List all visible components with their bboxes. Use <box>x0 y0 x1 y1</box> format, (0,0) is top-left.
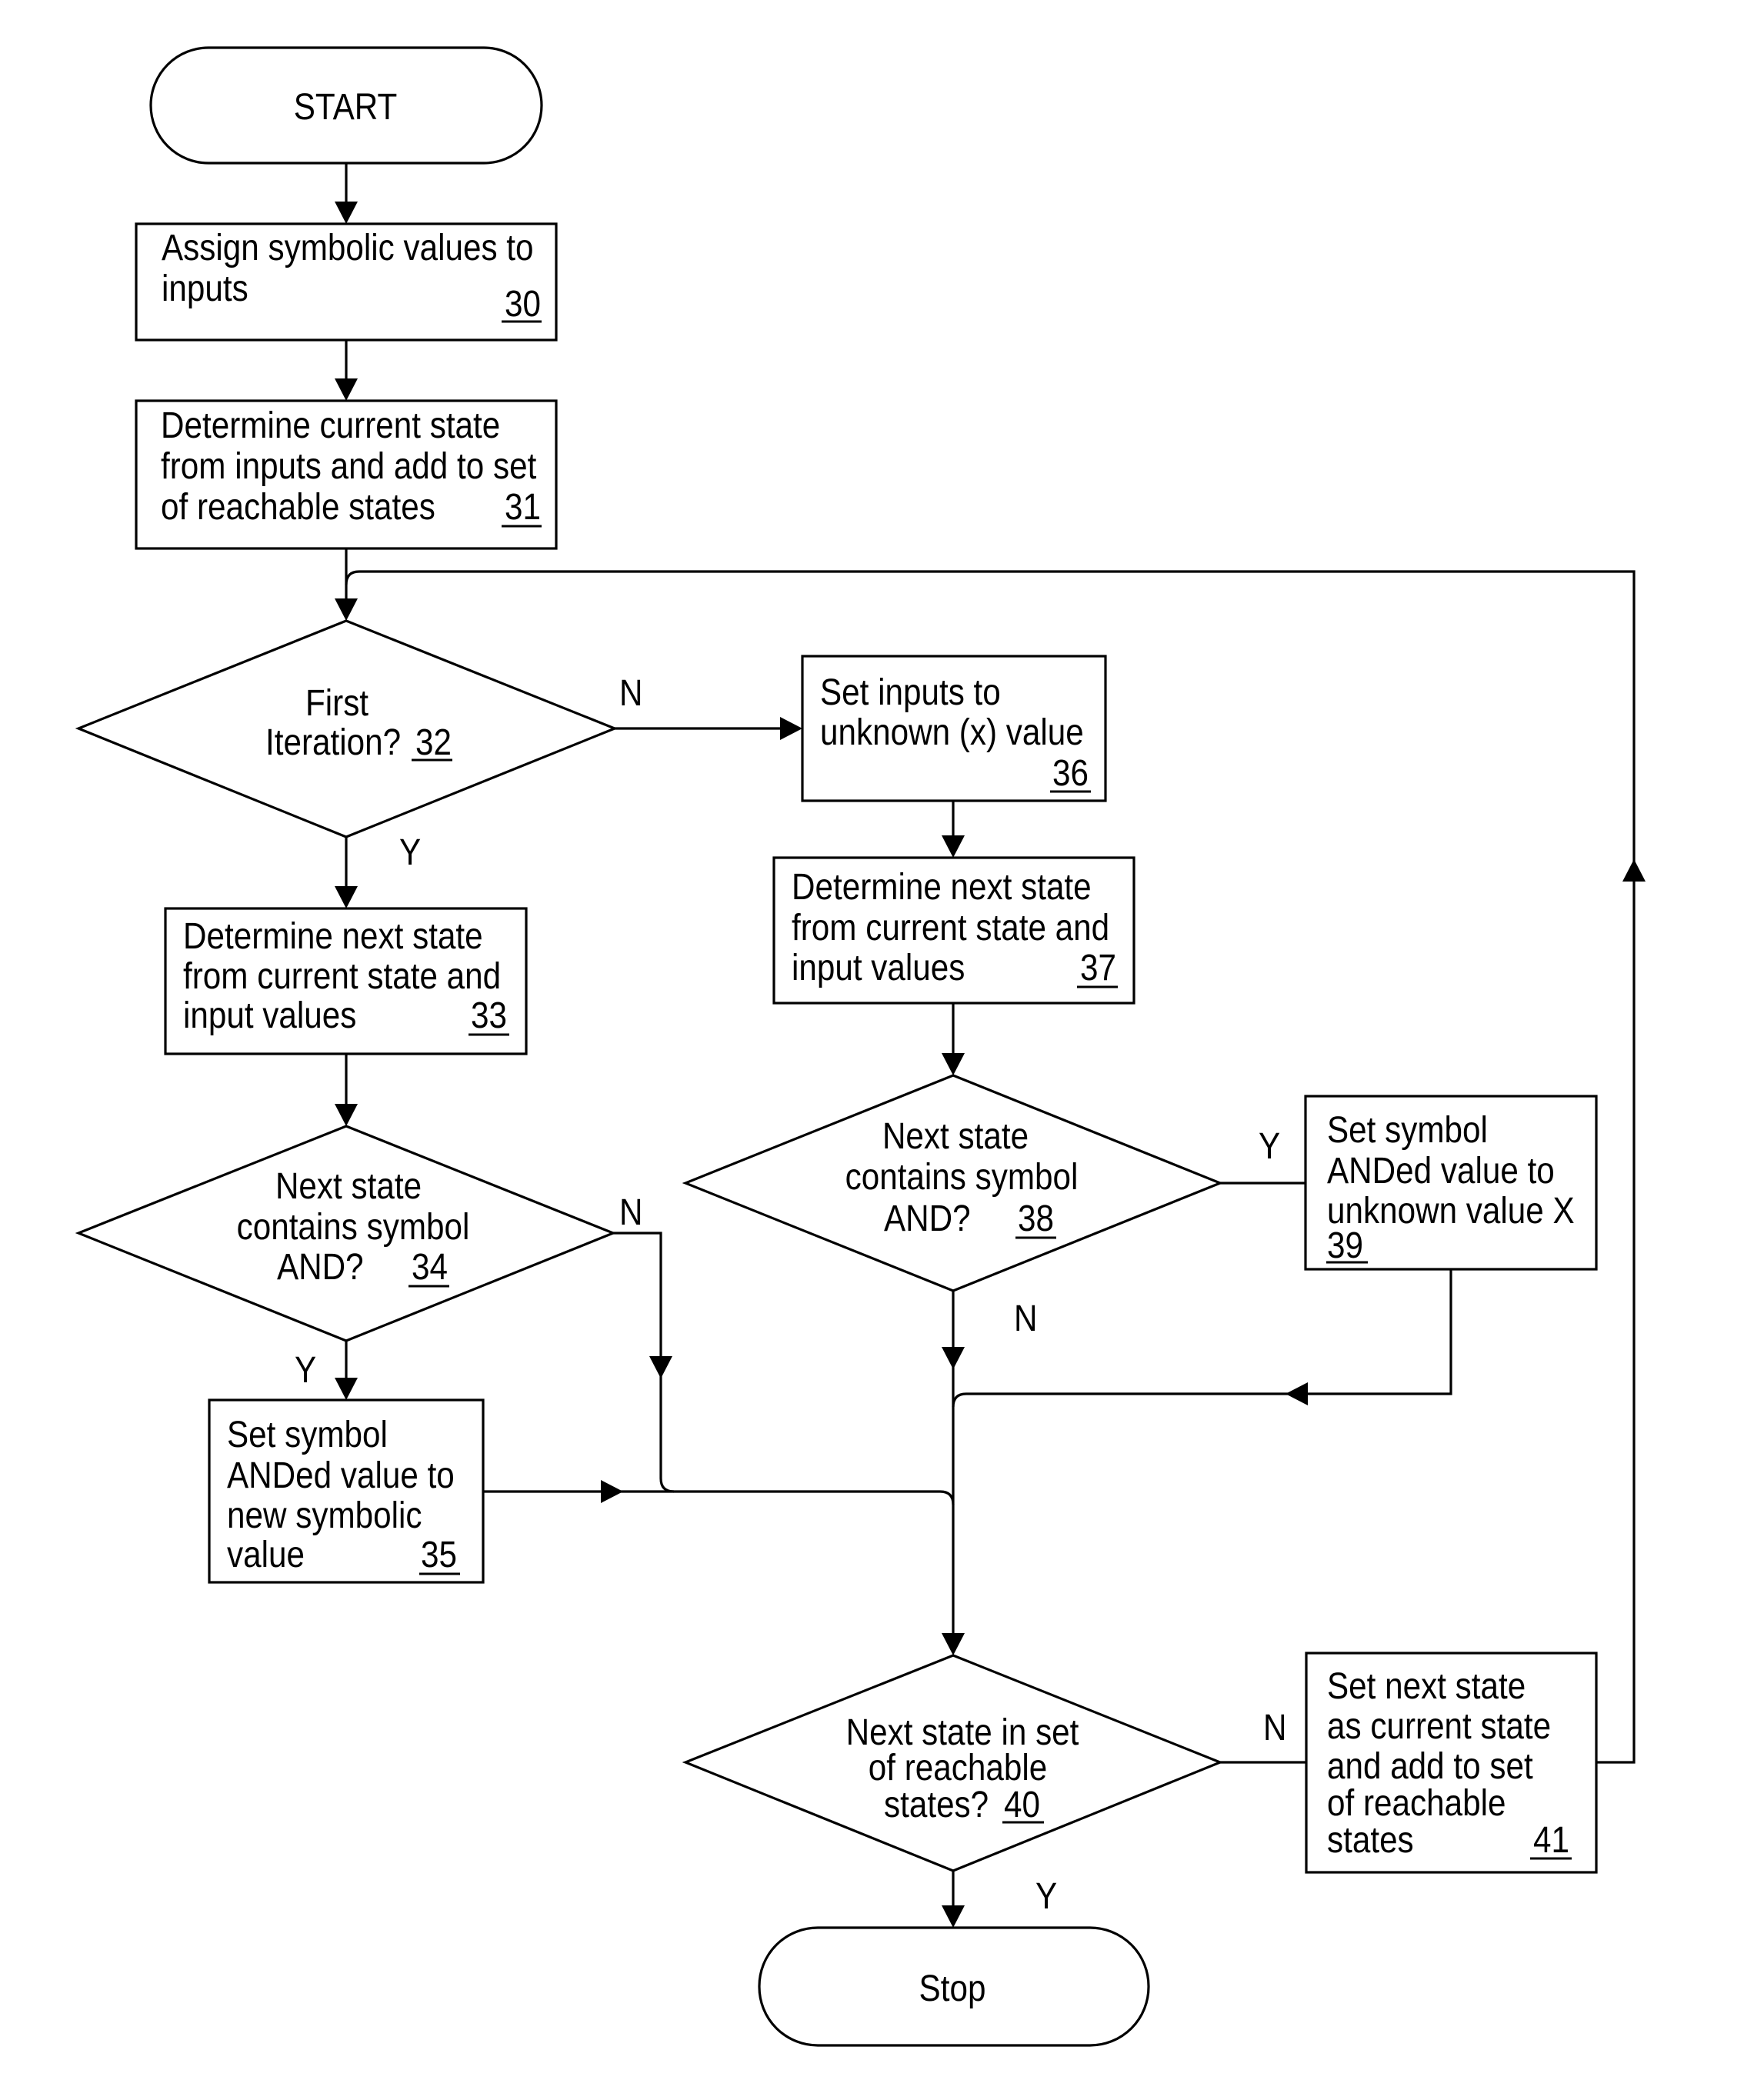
arrowhead-down <box>335 378 358 401</box>
box-36-ref: 36 <box>1052 752 1089 793</box>
diamond-32-ref: 32 <box>415 721 452 762</box>
node-37[interactable]: Determine next state from current state … <box>772 856 1135 1005</box>
diamond-34-line-3: AND? <box>277 1245 364 1287</box>
box-35-ref: 35 <box>421 1533 457 1575</box>
box-37-ref: 37 <box>1080 946 1116 988</box>
box-41-line-1: Set next state <box>1327 1665 1526 1706</box>
box-41-ref: 41 <box>1533 1818 1569 1860</box>
arrowhead-down <box>942 1347 965 1369</box>
node-36[interactable]: Set inputs to unknown (x) value 36 <box>801 655 1107 802</box>
box-39-line-1: Set symbol <box>1327 1108 1488 1150</box>
box-36-line-2: unknown (x) value <box>820 711 1084 752</box>
edge-35-merge <box>483 1490 955 1505</box>
arrowhead-down <box>942 1633 965 1655</box>
box-37-line-2: from current state and <box>792 906 1109 948</box>
box-30-line-2: inputs <box>162 267 248 308</box>
diamond-34-line-2: contains symbol <box>237 1205 470 1247</box>
box-41-line-4: of reachable <box>1327 1782 1506 1823</box>
box-35-line-3: new symbolic <box>227 1494 422 1535</box>
label-40-no: N <box>1263 1706 1287 1748</box>
arrowhead-down <box>942 1053 965 1075</box>
node-32[interactable]: First Iteration? 32 <box>75 619 619 838</box>
arrowhead-left <box>1285 1382 1308 1405</box>
diamond-40-line-3: states? <box>884 1783 989 1825</box>
box-39-ref: 39 <box>1327 1224 1363 1265</box>
box-31-line-1: Determine current state <box>161 404 500 445</box>
arrowhead-down <box>335 1378 358 1400</box>
node-35[interactable]: Set symbol ANDed value to new symbolic v… <box>208 1398 485 1584</box>
node-stop[interactable]: Stop <box>758 1926 1150 2047</box>
node-33[interactable]: Determine next state from current state … <box>164 907 528 1055</box>
box-35-line-4: value <box>227 1533 305 1575</box>
node-start[interactable]: START <box>149 46 543 165</box>
diamond-38-ref: 38 <box>1018 1197 1054 1238</box>
node-39[interactable]: Set symbol ANDed value to unknown value … <box>1304 1095 1598 1271</box>
arrowhead-down <box>335 202 358 224</box>
node-31[interactable]: Determine current state from inputs and … <box>135 399 558 550</box>
box-39-line-2: ANDed value to <box>1327 1149 1555 1191</box>
box-39-line-3: unknown value X <box>1327 1189 1575 1231</box>
arrowhead-down <box>942 835 965 858</box>
box-30-line-1: Assign symbolic values to <box>162 226 534 268</box>
box-37-line-3: input values <box>792 946 965 988</box>
arrowhead-up <box>1622 859 1646 882</box>
label-38-no: N <box>1014 1297 1038 1338</box>
box-41-line-5: states <box>1327 1818 1414 1860</box>
node-34[interactable]: Next state contains symbol AND? 34 <box>75 1125 617 1342</box>
box-31-line-3: of reachable states <box>161 485 435 527</box>
arrowhead-down <box>335 1104 358 1126</box>
arrowhead-down <box>649 1356 672 1378</box>
node-30[interactable]: Assign symbolic values to inputs 30 <box>135 222 558 342</box>
box-35-line-2: ANDed value to <box>227 1454 455 1495</box>
diamond-34-ref: 34 <box>412 1245 448 1287</box>
flowchart: START Assign symbolic values to inputs 3… <box>75 46 1646 2047</box>
label-40-yes: Y <box>1035 1875 1057 1916</box>
box-31-ref: 31 <box>505 485 541 527</box>
diamond-40-ref: 40 <box>1004 1783 1040 1825</box>
diamond-40-line-2: of reachable <box>869 1746 1047 1788</box>
diamond-34-line-1: Next state <box>275 1165 422 1206</box>
arrowhead-down <box>942 1905 965 1928</box>
box-33-line-2: from current state and <box>183 955 501 996</box>
box-37-line-1: Determine next state <box>792 865 1092 907</box>
diamond-32-line-1: First <box>305 682 369 723</box>
box-33-ref: 33 <box>471 994 507 1035</box>
node-41[interactable]: Set next state as current state and add … <box>1305 1652 1598 1874</box>
label-38-yes: Y <box>1259 1125 1280 1166</box>
label-34-yes: Y <box>295 1348 316 1390</box>
box-35-line-1: Set symbol <box>227 1413 388 1455</box>
box-31-line-2: from inputs and add to set <box>161 445 537 486</box>
box-36-line-1: Set inputs to <box>820 671 1001 712</box>
box-41-line-3: and add to set <box>1327 1745 1533 1786</box>
box-33-line-3: input values <box>183 994 356 1035</box>
box-33-line-1: Determine next state <box>183 915 483 956</box>
arrowhead-down <box>335 598 358 621</box>
diamond-38-line-1: Next state <box>882 1115 1029 1156</box>
node-40[interactable]: Next state in set of reachable states? 4… <box>682 1654 1224 1872</box>
label-34-no: N <box>619 1191 643 1232</box>
arrowhead-right <box>780 717 802 740</box>
stop-label: Stop <box>919 1967 986 2008</box>
diamond-32-line-2: Iteration? <box>265 721 401 762</box>
diamond-38-line-3: AND? <box>884 1197 971 1238</box>
diamond-38-line-2: contains symbol <box>845 1155 1079 1197</box>
box-30-ref: 30 <box>505 282 541 324</box>
node-38[interactable]: Next state contains symbol AND? 38 <box>682 1074 1224 1292</box>
arrowhead-down <box>335 886 358 908</box>
label-32-no: N <box>619 672 643 713</box>
start-label: START <box>294 85 398 127</box>
box-41-line-2: as current state <box>1327 1705 1551 1746</box>
arrowhead-right <box>601 1480 623 1503</box>
label-32-yes: Y <box>399 831 421 872</box>
